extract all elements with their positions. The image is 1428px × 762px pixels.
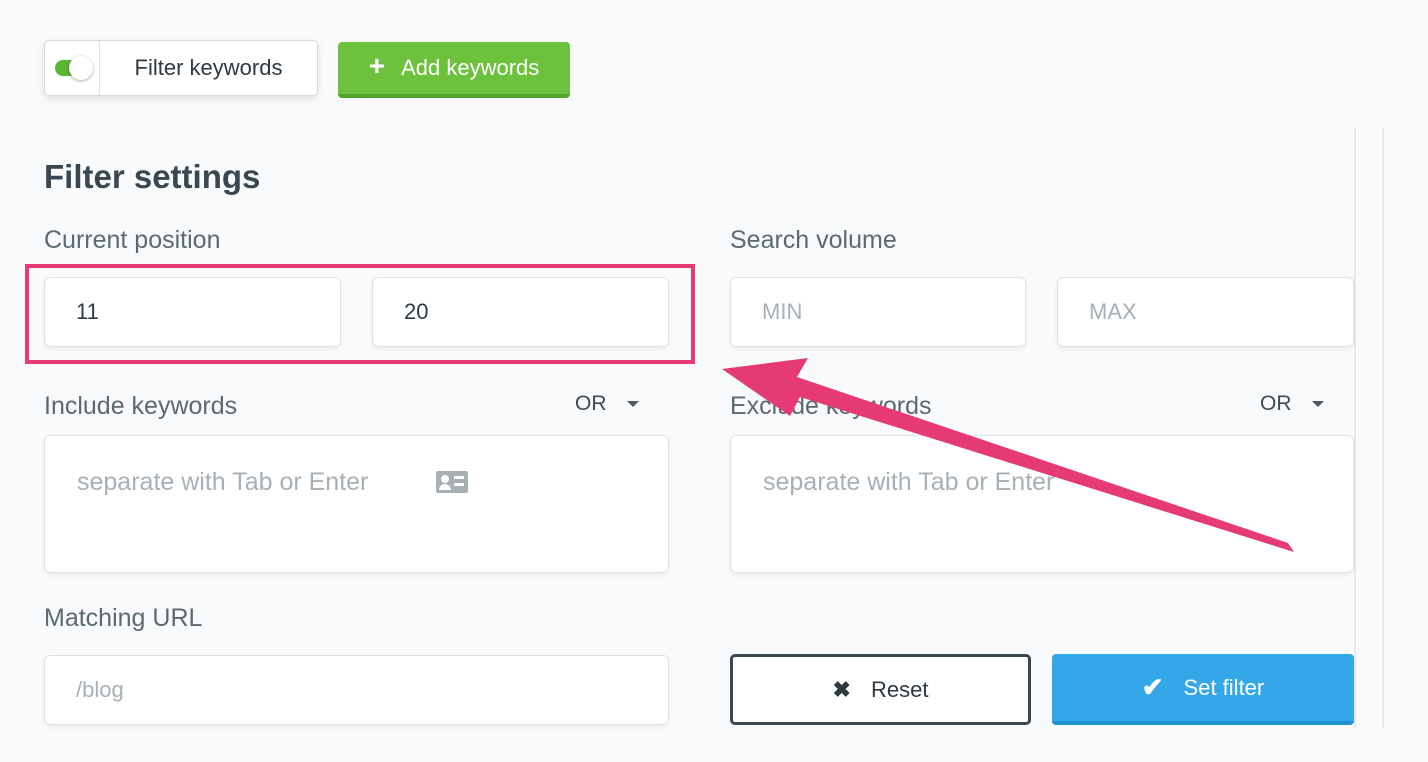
- matching-url-input[interactable]: /blog: [44, 655, 669, 725]
- add-keywords-label: Add keywords: [401, 55, 540, 80]
- include-operator-select[interactable]: OR: [575, 392, 639, 416]
- check-icon: ✔: [1141, 672, 1164, 702]
- exclude-operator-value: OR: [1260, 392, 1292, 415]
- include-keywords-placeholder: separate with Tab or Enter: [77, 468, 369, 496]
- volume-min-input[interactable]: MIN: [730, 277, 1026, 347]
- reset-label: Reset: [870, 676, 929, 702]
- scrollbar[interactable]: [1354, 128, 1384, 728]
- toggle-knob: [69, 56, 93, 80]
- set-filter-label: Set filter: [1183, 674, 1265, 700]
- exclude-keywords-placeholder: separate with Tab or Enter: [763, 468, 1055, 496]
- include-keywords-textarea[interactable]: separate with Tab or Enter: [44, 435, 669, 573]
- include-keywords-label: Include keywords: [44, 392, 238, 420]
- exclude-keywords-label: Exclude keywords: [730, 392, 932, 420]
- set-filter-button[interactable]: ✔ Set filter: [1052, 654, 1354, 725]
- toggle-switch[interactable]: [45, 41, 100, 95]
- current-position-label: Current position: [44, 226, 221, 254]
- toggle-track: [55, 56, 93, 80]
- panel-title: Filter settings: [44, 158, 261, 195]
- exclude-operator-select[interactable]: OR: [1260, 392, 1324, 416]
- annotation-highlight-box: [25, 264, 695, 364]
- volume-max-input[interactable]: MAX: [1057, 277, 1354, 347]
- filter-page: Filter keywords + Add keywords Filter se…: [0, 0, 1428, 762]
- exclude-keywords-textarea[interactable]: separate with Tab or Enter: [730, 435, 1354, 573]
- plus-icon: +: [368, 50, 386, 81]
- add-keywords-button[interactable]: + Add keywords: [338, 42, 570, 98]
- annotation-arrow-icon: [722, 358, 1294, 552]
- contact-card-icon[interactable]: [436, 471, 468, 493]
- chevron-down-icon: [626, 401, 639, 407]
- include-operator-value: OR: [575, 392, 607, 415]
- filter-keywords-toggle[interactable]: Filter keywords: [44, 40, 318, 96]
- close-icon: ✖: [832, 676, 851, 702]
- search-volume-label: Search volume: [730, 226, 897, 254]
- matching-url-label: Matching URL: [44, 604, 203, 632]
- reset-button[interactable]: ✖ Reset: [730, 654, 1031, 725]
- filter-keywords-label: Filter keywords: [134, 55, 283, 80]
- chevron-down-icon: [1311, 401, 1324, 407]
